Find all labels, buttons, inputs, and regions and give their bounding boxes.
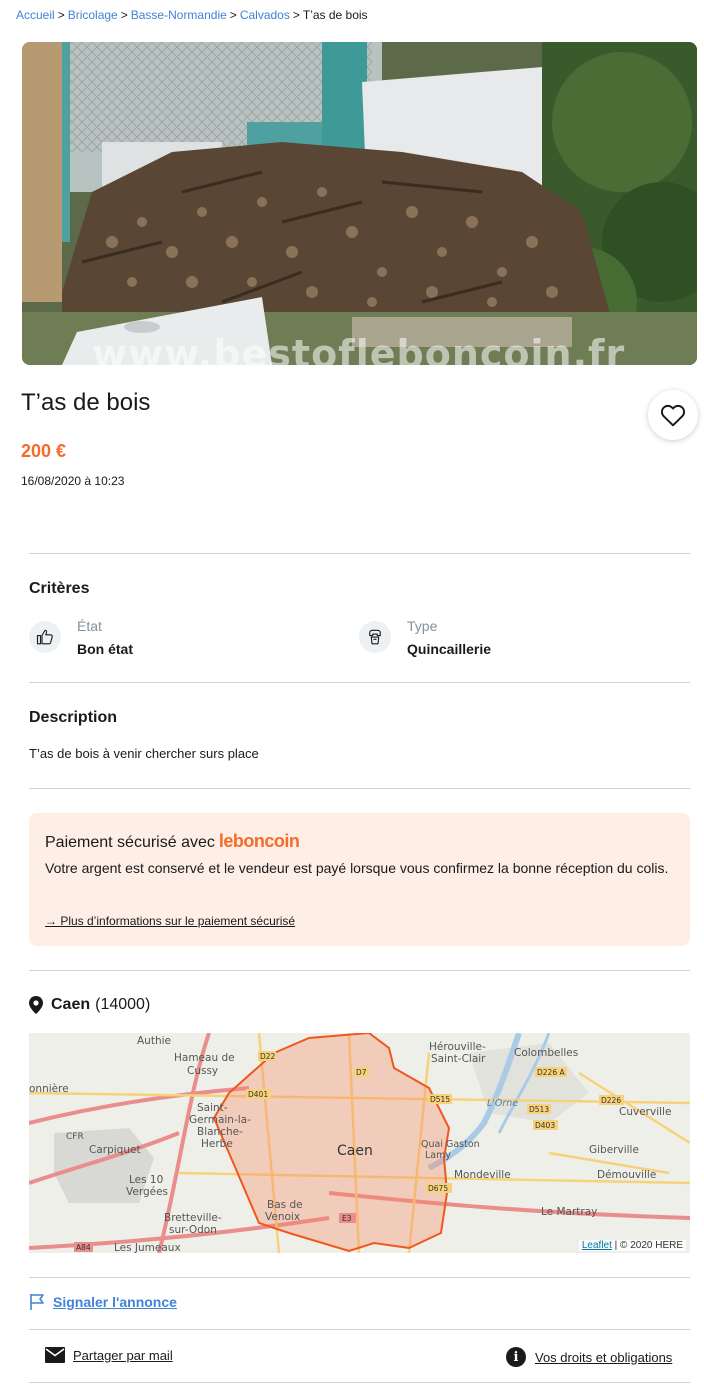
breadcrumb: Accueil > Bricolage > Basse-Normandie > Calvad… (16, 8, 368, 22)
map-label: Authie (137, 1035, 171, 1047)
map-label: Le Martray (541, 1206, 597, 1218)
map-label: Vergées (126, 1186, 168, 1198)
map-road-label: A84 (76, 1243, 91, 1252)
divider (29, 682, 690, 683)
criteria-heading: Critères (29, 580, 90, 597)
map-label: sur-Odon (169, 1224, 217, 1236)
ad-title: T’as de bois (21, 389, 151, 416)
map-road-label: D403 (535, 1121, 555, 1130)
breadcrumb-separator: > (120, 8, 128, 22)
map-road-label: D22 (260, 1052, 276, 1061)
map-label: Mondeville (454, 1169, 511, 1181)
map-label: Bas de (267, 1199, 303, 1211)
map-attribution: Leaflet | © 2020 HERE (578, 1240, 686, 1251)
map-road-label: D515 (430, 1095, 450, 1104)
thumbs-up-icon (29, 621, 61, 653)
info-icon: i (506, 1347, 526, 1367)
divider (29, 970, 690, 971)
map-label: Hameau de (174, 1052, 235, 1064)
map-label: L'Orne (487, 1098, 518, 1109)
divider (29, 1382, 690, 1383)
share-by-mail-label: Partager par mail (73, 1347, 173, 1363)
payment-title-text: Paiement sécurisé avec (45, 834, 215, 851)
rights-obligations-label: Vos droits et obligations (535, 1349, 673, 1365)
woodpile-image (22, 42, 697, 365)
report-ad-label: Signaler l'annonce (53, 1294, 177, 1310)
leaflet-link[interactable]: Leaflet (582, 1240, 612, 1251)
payment-text: Votre argent est conservé et le vendeur … (45, 860, 669, 876)
map-label: Germain-la- (189, 1114, 251, 1126)
map-label: Caen (337, 1143, 373, 1159)
favorite-button[interactable] (648, 390, 698, 440)
map-label: Lamy (425, 1150, 451, 1161)
map-road-label: D7 (356, 1068, 367, 1077)
criteria-value-etat: Bon état (77, 641, 133, 657)
map-label: Venoix (265, 1211, 300, 1223)
map-canvas: Authie Hameau de Cussy Hérouville- Saint… (29, 1033, 690, 1253)
breadcrumb-link-accueil[interactable]: Accueil (16, 8, 55, 22)
map-label: Quai Gaston (421, 1139, 480, 1150)
criteria-label-type: Type (407, 618, 438, 634)
flag-icon (30, 1294, 44, 1310)
map-attribution-text: | © 2020 HERE (611, 1240, 683, 1251)
criteria-value-type: Quincaillerie (407, 641, 492, 657)
map-road-label: D675 (428, 1184, 448, 1193)
map-label: Démouville (597, 1169, 656, 1181)
criteria-label-etat: État (77, 618, 102, 634)
divider (29, 1329, 690, 1330)
map-label: Les 10 (129, 1174, 163, 1186)
map-road-label: D226 A (537, 1068, 565, 1077)
mail-icon (45, 1347, 65, 1363)
location: Caen (14000) (29, 996, 150, 1014)
heart-icon (660, 404, 686, 427)
map-label: CFR (66, 1132, 84, 1142)
secure-payment-box: Paiement sécurisé avec leboncoin Votre ar… (29, 813, 690, 946)
map-label: Hérouville- (429, 1041, 486, 1053)
map-label: Herbe (201, 1138, 233, 1150)
breadcrumb-separator: > (229, 8, 237, 22)
payment-title: Paiement sécurisé avec leboncoin (45, 831, 300, 852)
map-label: onnière (29, 1083, 69, 1095)
divider (29, 788, 690, 789)
map-label: Blanche- (197, 1126, 243, 1138)
map-label: Saint- (197, 1102, 228, 1114)
map-label: Carpiquet (89, 1144, 141, 1156)
breadcrumb-link-departement[interactable]: Calvados (240, 8, 290, 22)
map-road-label: D513 (529, 1105, 549, 1114)
payment-info-link[interactable]: → Plus d’informations sur le paiement sé… (45, 914, 295, 928)
map-label: Giberville (589, 1144, 639, 1156)
breadcrumb-separator: > (57, 8, 65, 22)
map-label: Cussy (187, 1065, 218, 1077)
watermark-text: www.bestofleboncoin.fr (92, 332, 626, 365)
ad-date: 16/08/2020 à 10:23 (21, 474, 125, 488)
location-map[interactable]: Authie Hameau de Cussy Hérouville- Saint… (29, 1033, 690, 1253)
map-label: Bretteville- (164, 1212, 222, 1224)
rights-obligations-link[interactable]: i Vos droits et obligations (506, 1347, 672, 1367)
share-by-mail-button[interactable]: Partager par mail (45, 1347, 173, 1363)
breadcrumb-current: T’as de bois (302, 8, 368, 22)
leboncoin-logo: leboncoin (218, 831, 300, 851)
report-ad-link[interactable]: Signaler l'annonce (29, 1293, 177, 1311)
map-road-label: D401 (248, 1090, 268, 1099)
map-road-label: D226 (601, 1096, 621, 1105)
map-label: Les Jumeaux (114, 1242, 181, 1253)
breadcrumb-link-bricolage[interactable]: Bricolage (68, 8, 118, 22)
breadcrumb-separator: > (292, 8, 300, 22)
ad-photo[interactable]: www.bestofleboncoin.fr (22, 42, 697, 365)
description-text: T’as de bois à venir chercher surs place (29, 746, 259, 761)
ad-price: 200 € (21, 441, 67, 461)
breadcrumb-link-region[interactable]: Basse-Normandie (131, 8, 227, 22)
location-pin-icon (29, 996, 43, 1014)
map-label: Colombelles (514, 1047, 578, 1059)
location-zip: (14000) (95, 996, 151, 1013)
divider (29, 553, 690, 554)
divider (29, 1277, 690, 1278)
location-city: Caen (51, 996, 91, 1013)
map-label: Cuverville (619, 1106, 671, 1118)
description-heading: Description (29, 709, 118, 726)
tools-icon (359, 621, 391, 653)
map-road-label: E3 (342, 1214, 352, 1223)
map-label: Saint-Clair (431, 1053, 486, 1065)
